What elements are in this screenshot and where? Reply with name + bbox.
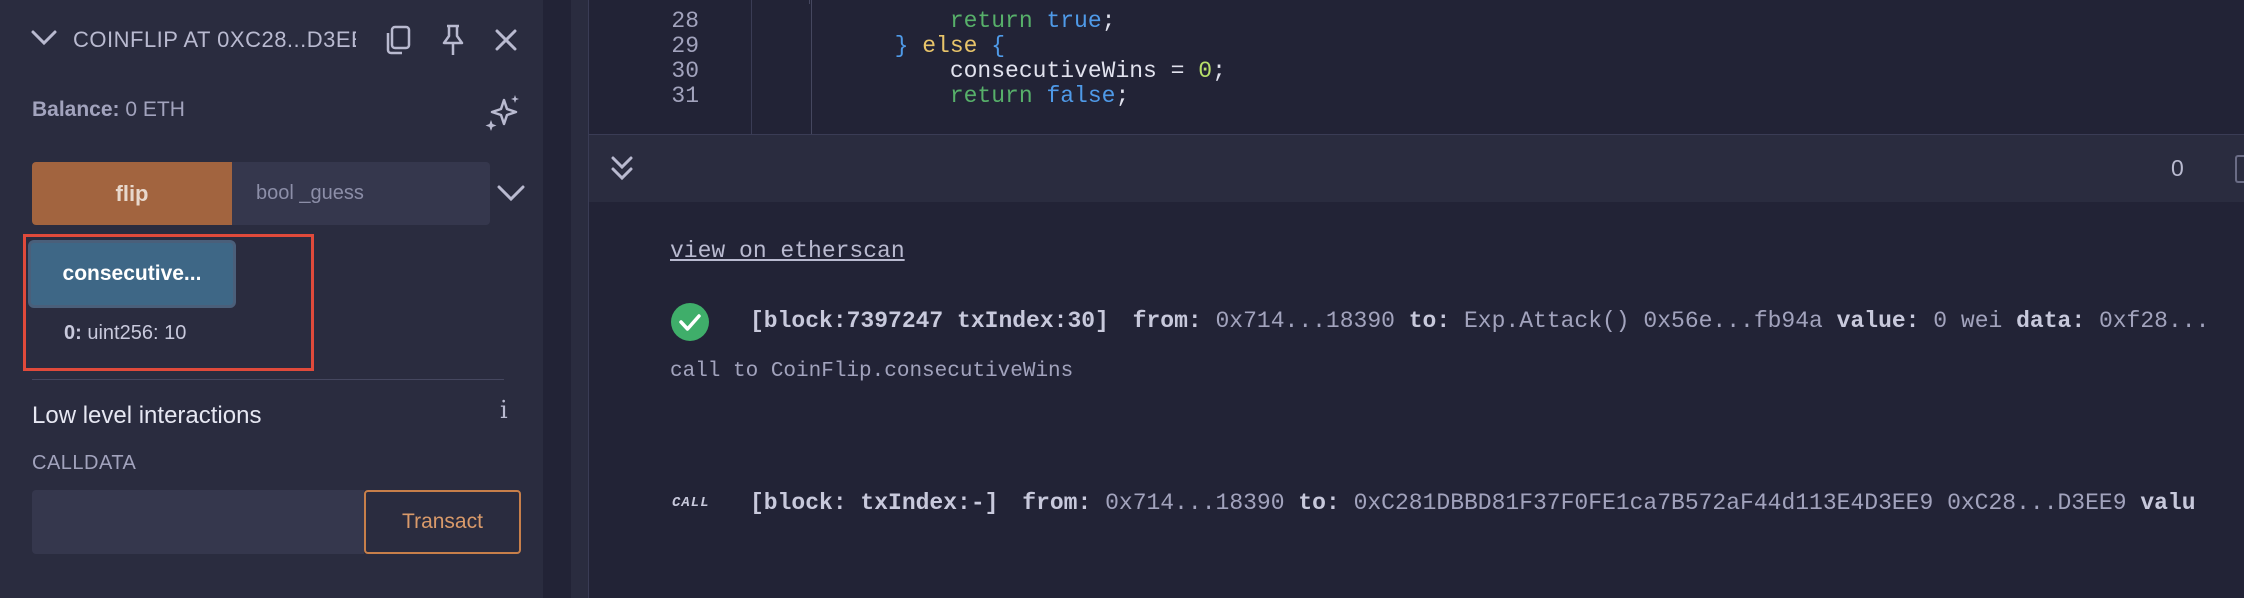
balance-value: 0 ETH [125, 98, 185, 121]
line-number: 29 [671, 33, 699, 59]
tx-from-label: from: [1132, 308, 1202, 334]
tx-from: 0x714...18390 [1215, 308, 1395, 334]
line-number: 28 [671, 8, 699, 34]
calldata-input[interactable] [32, 490, 364, 554]
call-tag: CALL [672, 495, 710, 511]
code-line[interactable]: return false; [867, 83, 1129, 109]
call-from: 0x714...18390 [1105, 490, 1285, 516]
call-result: 0: uint256: 10 [64, 322, 186, 345]
result-index: 0: [64, 322, 82, 344]
double-chevron-down-icon[interactable] [607, 153, 637, 185]
etherscan-link[interactable]: view on etherscan [670, 238, 905, 264]
call-to-label: to: [1298, 490, 1340, 516]
call-to: 0xC281DBBD81F37F0FE1ca7B572aF44d113E4D3E… [1353, 490, 2127, 516]
code-editor[interactable]: 28 return true; 29 } else { 30 consecutive… [589, 0, 2244, 134]
indent-guide [811, 0, 812, 134]
guess-input[interactable]: bool _guess [232, 162, 490, 225]
copy-icon[interactable] [378, 20, 418, 60]
call-block: [block: txIndex:-] [750, 490, 999, 516]
call-value-label: valu [2140, 490, 2196, 516]
deploy-panel: COINFLIP AT 0XC28...D3EE9 Balance: 0 ETH… [0, 0, 543, 598]
call-summary: call to CoinFlip.consecutiveWins [670, 360, 1074, 383]
line-number: 30 [671, 58, 699, 84]
gutter-divider [751, 0, 752, 134]
code-line[interactable]: } else { [867, 33, 1005, 59]
chevron-down-icon[interactable] [496, 182, 526, 204]
terminal-toolbar: 0 [589, 134, 2244, 202]
panel-gutter [543, 0, 571, 598]
terminal-output: view on etherscan [block:7397247 txIndex… [589, 202, 2244, 598]
indent-guide [809, 0, 810, 4]
flip-button[interactable]: flip [32, 162, 232, 225]
balance-label: Balance: [32, 98, 120, 121]
code-line[interactable]: return true; [867, 8, 1116, 34]
tx-log-line[interactable]: [block:7397247 txIndex:30] from: 0x714..… [750, 308, 2209, 334]
magic-wand-icon[interactable] [484, 94, 522, 132]
listen-checkbox[interactable] [2235, 155, 2244, 183]
info-icon[interactable]: i [500, 396, 508, 424]
tx-block: [block:7397247 txIndex:30] [750, 308, 1109, 334]
consecutive-wins-button[interactable]: consecutive... [28, 240, 236, 308]
tx-to-label: to: [1408, 308, 1451, 334]
balance: Balance: 0 ETH [32, 98, 185, 122]
instance-header[interactable]: COINFLIP AT 0XC28...D3EE9 [0, 0, 543, 80]
tx-data-label: data: [2016, 308, 2086, 334]
low-level-title: Low level interactions [32, 402, 262, 429]
chevron-down-icon[interactable] [30, 28, 58, 48]
calldata-label: CALLDATA [32, 452, 137, 474]
tx-to: Exp.Attack() 0x56e...fb94a [1463, 308, 1823, 334]
instance-title: COINFLIP AT 0XC28...D3EE9 [73, 27, 356, 52]
call-log-line[interactable]: [block: txIndex:-] from: 0x714...18390 t… [750, 490, 2196, 516]
close-icon[interactable] [486, 20, 526, 60]
transact-button[interactable]: Transact [364, 490, 521, 554]
tx-value: 0 wei [1933, 308, 2003, 334]
line-number: 31 [671, 83, 699, 109]
tx-data: 0xf28... [2098, 308, 2210, 334]
call-from-label: from: [1022, 490, 1092, 516]
pending-tx-count: 0 [2171, 155, 2184, 181]
resize-handle[interactable] [571, 0, 589, 598]
tx-value-label: value: [1836, 308, 1920, 334]
result-value: uint256: 10 [87, 322, 187, 344]
divider [32, 379, 504, 380]
success-check-icon [671, 303, 709, 341]
pin-icon[interactable] [433, 20, 473, 60]
code-line[interactable]: consecutiveWins = 0; [867, 58, 1226, 84]
